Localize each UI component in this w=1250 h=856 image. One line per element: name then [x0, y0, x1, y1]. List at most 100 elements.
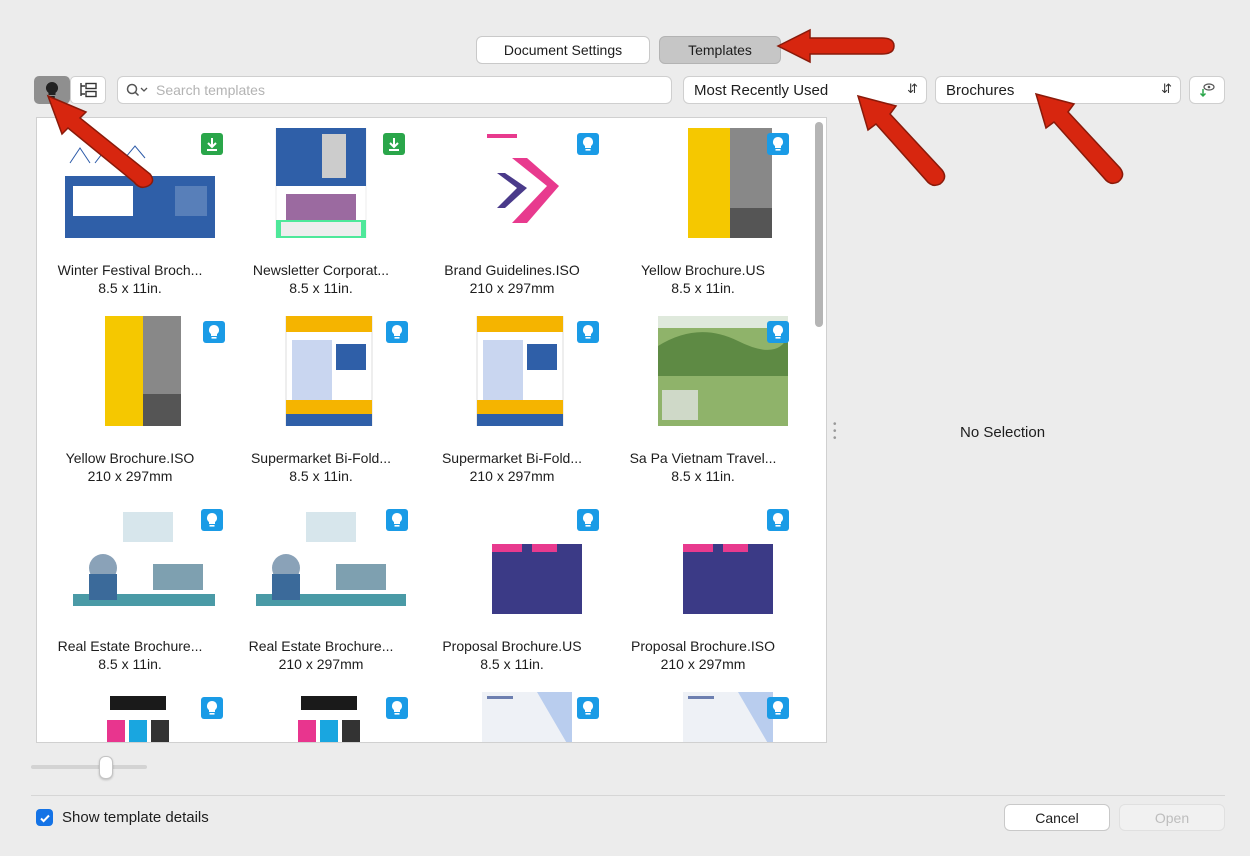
- grid-view-button[interactable]: [34, 76, 70, 104]
- template-size: 210 x 297mm: [278, 656, 364, 672]
- template-size: 8.5 x 11in.: [98, 280, 162, 296]
- lightbulb-icon: [577, 509, 599, 531]
- lightbulb-icon: [386, 697, 408, 719]
- thumbnail-size-slider[interactable]: [31, 765, 147, 769]
- template-name: Real Estate Brochure...: [57, 638, 203, 654]
- template-size: 8.5 x 11in.: [480, 656, 544, 672]
- template-size: 8.5 x 11in.: [289, 280, 353, 296]
- cancel-button[interactable]: Cancel: [1004, 804, 1110, 831]
- template-size: 210 x 297mm: [469, 280, 555, 296]
- lightbulb-icon: [201, 509, 223, 531]
- search-field[interactable]: [117, 76, 672, 104]
- template-tile[interactable]: Real Estate Brochure... 8.5 x 11in.: [37, 494, 223, 679]
- lightbulb-icon: [386, 321, 408, 343]
- template-tile[interactable]: Proposal Brochure.ISO 210 x 297mm: [610, 494, 796, 679]
- template-name: Proposal Brochure.ISO: [631, 638, 775, 654]
- template-thumbnail: [100, 692, 180, 742]
- lightbulb-icon: [767, 133, 789, 155]
- search-icon: [126, 83, 148, 97]
- template-name: Sa Pa Vietnam Travel...: [629, 450, 777, 466]
- template-size: 8.5 x 11in.: [671, 468, 735, 484]
- template-thumbnail: [73, 512, 215, 614]
- lightbulb-icon: [767, 509, 789, 531]
- template-name: Brand Guidelines.ISO: [444, 262, 580, 278]
- sort-select[interactable]: Most Recently Used ⇵: [683, 76, 927, 104]
- open-button[interactable]: Open: [1119, 804, 1225, 831]
- template-name: Winter Festival Broch...: [57, 262, 203, 278]
- template-thumbnail: [105, 316, 181, 426]
- template-name: Supermarket Bi-Fold...: [250, 450, 392, 466]
- lightbulb-icon: [767, 321, 789, 343]
- annotation-arrow: [776, 28, 895, 64]
- template-thumbnail: [285, 316, 373, 426]
- template-tile[interactable]: Sa Pa Vietnam Travel... 8.5 x 11in.: [610, 306, 796, 491]
- lightbulb-icon: [577, 133, 599, 155]
- template-tile[interactable]: Newsletter Corporat... 8.5 x 11in.: [228, 118, 414, 303]
- template-thumbnail: [683, 504, 773, 614]
- tree-list-icon: [80, 82, 97, 98]
- grid-scrollbar[interactable]: [815, 122, 823, 327]
- eye-arrow-icon: [1199, 83, 1215, 98]
- template-size: 8.5 x 11in.: [289, 468, 353, 484]
- download-icon: [201, 133, 223, 155]
- chevron-updown-icon: ⇵: [907, 81, 918, 96]
- download-icon: [383, 133, 405, 155]
- template-thumbnail: [658, 316, 788, 426]
- template-tile[interactable]: Supermarket Bi-Fold... 8.5 x 11in.: [228, 306, 414, 491]
- template-thumbnail: [492, 504, 582, 614]
- tree-view-button[interactable]: [70, 76, 106, 104]
- template-name: Proposal Brochure.US: [442, 638, 582, 654]
- footer-divider: [31, 795, 1225, 796]
- tab-document-settings[interactable]: Document Settings: [476, 36, 650, 64]
- template-size: 8.5 x 11in.: [98, 656, 162, 672]
- split-divider-handle[interactable]: • • •: [833, 420, 837, 444]
- template-name: Real Estate Brochure...: [248, 638, 394, 654]
- template-name: Yellow Brochure.US: [641, 262, 765, 278]
- annotation-arrow: [856, 94, 946, 187]
- category-select-value: Brochures: [946, 81, 1015, 99]
- lightbulb-icon: [577, 697, 599, 719]
- template-tile[interactable]: Winter Festival Broch... 8.5 x 11in.: [37, 118, 223, 303]
- show-details-checkbox[interactable]: [36, 809, 53, 826]
- lightbulb-icon: [767, 697, 789, 719]
- chevron-updown-icon: ⇵: [1161, 81, 1172, 96]
- slider-knob[interactable]: [99, 756, 113, 779]
- template-tile[interactable]: [419, 682, 605, 742]
- search-input[interactable]: [154, 81, 658, 99]
- template-thumbnail: [688, 128, 772, 238]
- lightbulb-icon: [45, 81, 59, 98]
- template-tile[interactable]: [610, 682, 796, 742]
- lightbulb-icon: [386, 509, 408, 531]
- template-size: 8.5 x 11in.: [671, 280, 735, 296]
- template-size: 210 x 297mm: [660, 656, 746, 672]
- category-select[interactable]: Brochures ⇵: [935, 76, 1181, 104]
- template-thumbnail: [476, 316, 564, 426]
- template-thumbnail: [482, 692, 572, 742]
- template-name: Supermarket Bi-Fold...: [441, 450, 583, 466]
- tab-templates[interactable]: Templates: [659, 36, 781, 64]
- checkmark-icon: [39, 814, 50, 823]
- template-tile[interactable]: Supermarket Bi-Fold... 210 x 297mm: [419, 306, 605, 491]
- template-thumbnail: [291, 692, 371, 742]
- template-thumbnail: [65, 128, 215, 238]
- template-tile[interactable]: Real Estate Brochure... 210 x 297mm: [228, 494, 414, 679]
- template-name: Newsletter Corporat...: [252, 262, 390, 278]
- lightbulb-icon: [201, 697, 223, 719]
- template-tile[interactable]: Brand Guidelines.ISO 210 x 297mm: [419, 118, 605, 303]
- lightbulb-icon: [577, 321, 599, 343]
- template-thumbnail: [683, 692, 773, 742]
- template-name: Yellow Brochure.ISO: [65, 450, 195, 466]
- template-size: 210 x 297mm: [469, 468, 555, 484]
- template-grid[interactable]: Winter Festival Broch... 8.5 x 11in. New…: [36, 117, 827, 743]
- template-thumbnail: [482, 128, 562, 238]
- template-tile[interactable]: Yellow Brochure.ISO 210 x 297mm: [37, 306, 225, 491]
- template-tile[interactable]: [228, 682, 414, 742]
- template-tile[interactable]: [37, 682, 223, 742]
- preview-toggle-button[interactable]: [1189, 76, 1225, 104]
- sort-select-value: Most Recently Used: [694, 81, 829, 99]
- no-selection-text: No Selection: [960, 424, 1046, 441]
- template-thumbnail: [256, 512, 406, 614]
- template-tile[interactable]: Proposal Brochure.US 8.5 x 11in.: [419, 494, 605, 679]
- show-details-label[interactable]: Show template details: [62, 809, 209, 826]
- template-tile[interactable]: Yellow Brochure.US 8.5 x 11in.: [610, 118, 796, 303]
